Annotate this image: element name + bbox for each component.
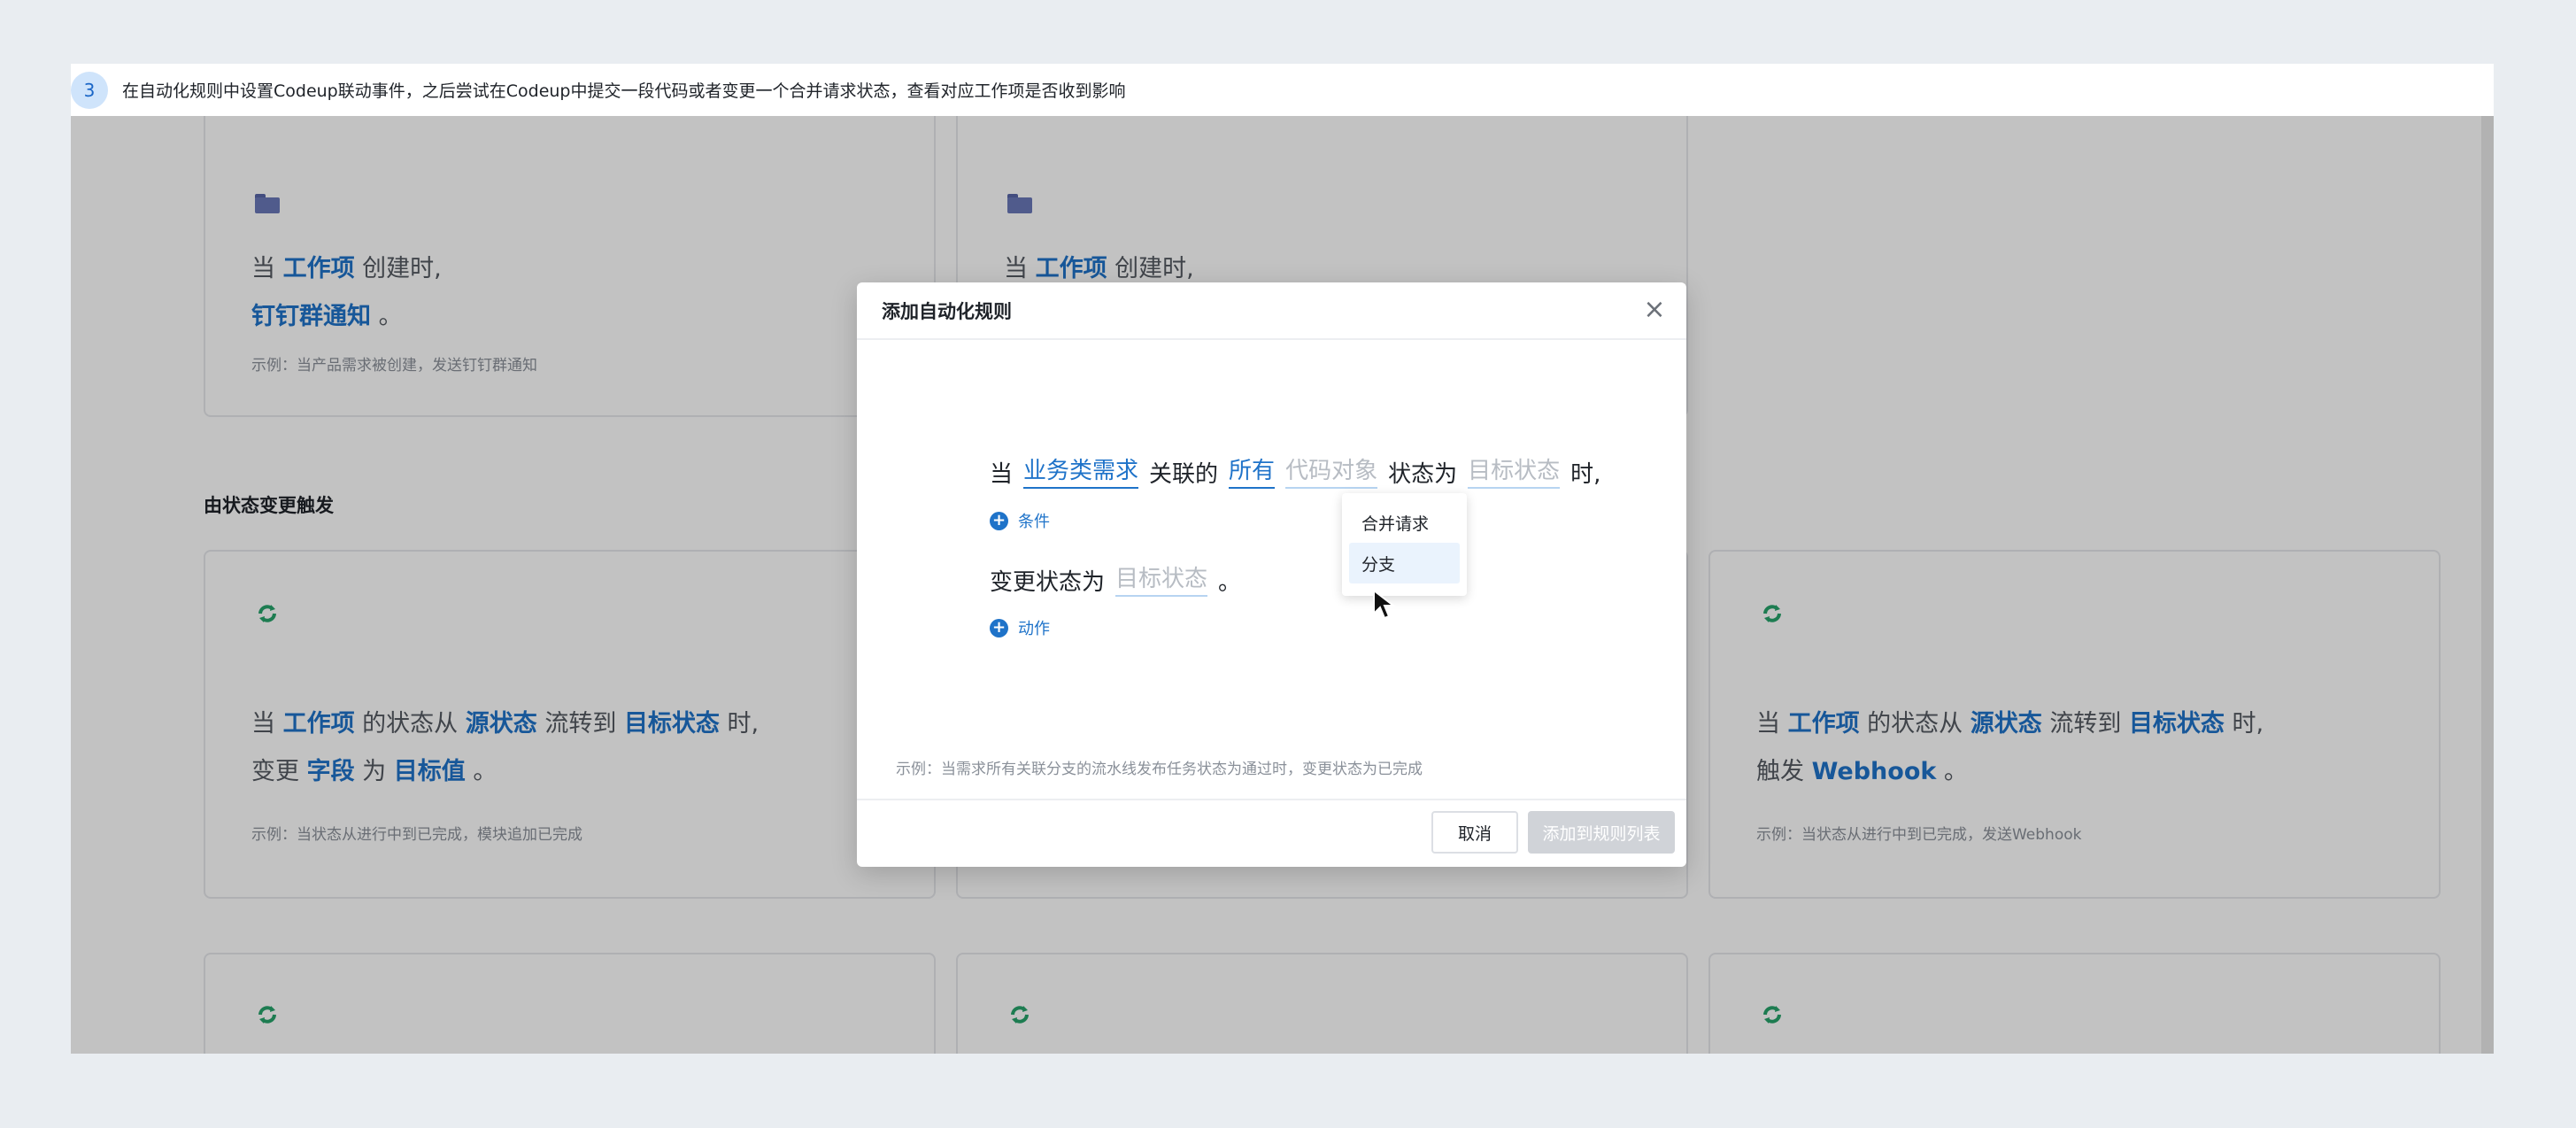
add-to-rule-list-button[interactable]: 添加到规则列表: [1528, 811, 1675, 854]
dropdown-option-branch[interactable]: 分支: [1349, 543, 1460, 583]
plus-circle-icon: +: [990, 618, 1008, 637]
scope-select[interactable]: 所有: [1229, 452, 1276, 489]
dialog-example: 示例：当需求所有关联分支的流水线发布任务状态为通过时，变更状态为已完成: [896, 761, 1423, 778]
add-action-label: 动作: [1018, 620, 1050, 638]
rule-text-period: 。: [1218, 569, 1242, 596]
step-instruction: 在自动化规则中设置Codeup联动事件，之后尝试在Codeup中提交一段代码或者…: [122, 81, 1126, 101]
step-number-badge: 3: [71, 71, 108, 109]
rule-trigger-sentence: 当 业务类需求 关联的 所有 代码对象 状态为 目标状态 时,: [990, 452, 1611, 489]
add-condition-label: 条件: [1018, 513, 1050, 531]
target-status-select[interactable]: 目标状态: [1468, 452, 1561, 489]
plus-circle-icon: +: [990, 511, 1008, 530]
rule-text-when: 当: [990, 461, 1014, 488]
add-action-button[interactable]: + 动作: [990, 616, 1050, 639]
cancel-button[interactable]: 取消: [1431, 811, 1518, 854]
page-scrollbar[interactable]: [2481, 116, 2494, 1054]
dialog-header: 添加自动化规则 ×: [857, 282, 1686, 340]
mouse-cursor-icon: [1373, 589, 1396, 620]
dialog-footer: 取消 添加到规则列表: [857, 799, 1686, 867]
rule-action-sentence: 变更状态为 目标状态 。: [990, 560, 1252, 597]
add-condition-button[interactable]: + 条件: [990, 509, 1050, 532]
rule-text-change-status: 变更状态为: [990, 569, 1106, 596]
action-target-status-select[interactable]: 目标状态: [1115, 560, 1208, 597]
rule-text-tail: 时,: [1570, 461, 1601, 488]
work-item-type-select[interactable]: 业务类需求: [1023, 452, 1139, 489]
dialog-title: 添加自动化规则: [882, 300, 1012, 322]
add-automation-rule-dialog: 添加自动化规则 × 当 业务类需求 关联的 所有 代码对象 状态为 目标状态 时…: [857, 282, 1686, 867]
rule-text-status-is: 状态为: [1388, 461, 1458, 488]
code-object-select[interactable]: 代码对象: [1285, 452, 1378, 489]
automation-rules-page: 当 工作项 创建时, 钉钉群通知 。 示例：当产品需求被创建，发送钉钉群通知 当…: [71, 116, 2494, 1054]
step-banner: 3 在自动化规则中设置Codeup联动事件，之后尝试在Codeup中提交一段代码…: [71, 64, 2494, 116]
rule-text-related: 关联的: [1149, 461, 1219, 488]
code-object-dropdown: 合并请求 分支: [1342, 493, 1467, 596]
dropdown-option-merge-request[interactable]: 合并请求: [1349, 502, 1460, 543]
close-icon[interactable]: ×: [1642, 297, 1667, 323]
